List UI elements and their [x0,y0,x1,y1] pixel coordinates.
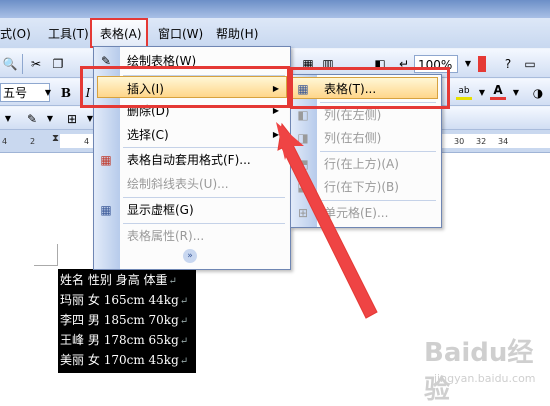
watermark-url: jingyan.baidu.com [434,372,536,385]
baidu-watermark: Baidu经验 jingyan.baidu.com [418,328,548,405]
watermark-text: Baidu经验 [424,338,534,405]
